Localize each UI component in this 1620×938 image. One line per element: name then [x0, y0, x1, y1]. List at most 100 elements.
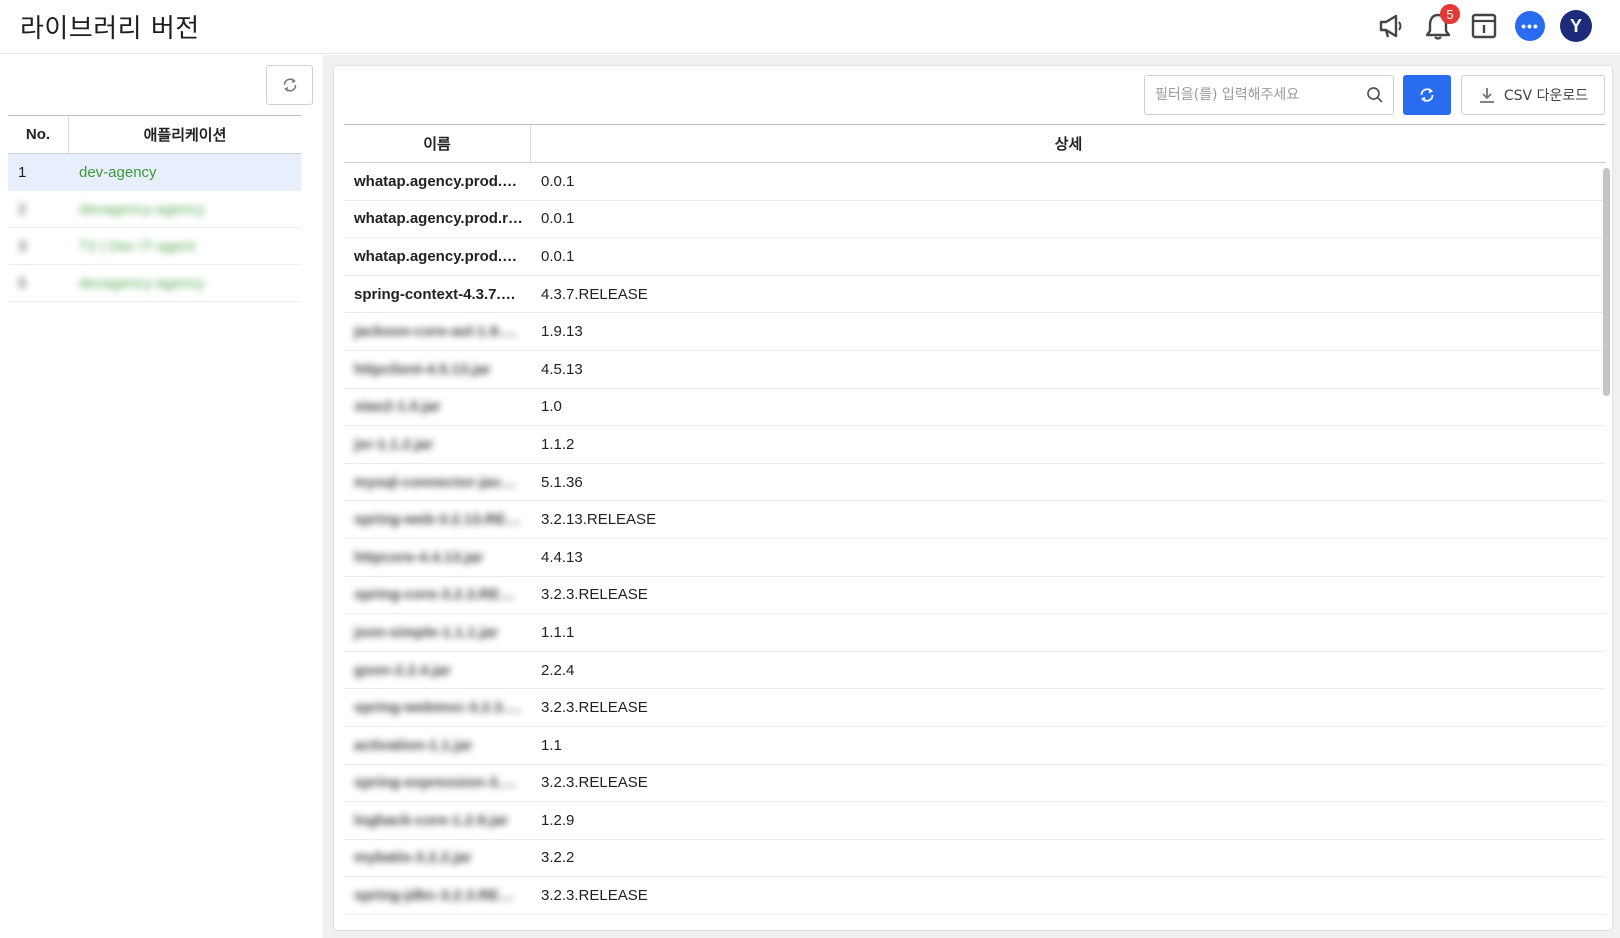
library-row[interactable]: json-simple-1.1.1.jar 1.1.1 — [344, 614, 1606, 652]
library-name: jackson-core-asl-1.9.13.jar — [354, 323, 531, 341]
top-bar: 라이브러리 버전 5 ••• Y — [0, 0, 1620, 54]
refresh-icon — [283, 78, 296, 92]
application-row[interactable]: 1 dev-agency — [8, 154, 301, 191]
library-name: httpclient-4.5.13.jar — [354, 360, 491, 378]
library-table-body: whatap.agency.prod.azure 0.0.1 whatap.agen… — [344, 163, 1606, 923]
library-row[interactable]: spring-webmvc-3.2.3.RELEASE.jar 3.2.3.REL… — [344, 689, 1606, 727]
application-row-no: 3 — [18, 237, 27, 255]
application-row-no: 1 — [18, 163, 27, 181]
library-row[interactable]: activation-1.1.jar 1.1 — [344, 727, 1606, 765]
library-panel: CSV 다운로드 이름 상세 whatap.agency.prod.azure 0… — [333, 65, 1613, 931]
library-name: jsr-1.1.2.jar — [354, 435, 434, 453]
library-table-header: 이름 상세 — [344, 124, 1606, 163]
library-name: spring-expression-3.2.3.RELEASE.jar — [354, 774, 531, 792]
bell-icon[interactable]: 5 — [1422, 4, 1460, 42]
library-row[interactable]: spring-expression-3.2.3.RELEASE.jar 3.2.3… — [344, 765, 1606, 803]
library-row[interactable]: spring-core-3.2.3.RELEASE.jar 3.2.3.RELEA… — [344, 577, 1606, 615]
library-row[interactable]: stax2-1.0.jar 1.0 — [344, 389, 1606, 427]
library-detail: 4.5.13 — [541, 360, 583, 378]
application-row-name: devagency-agency — [79, 274, 205, 292]
library-name: httpcore-4.4.13.jar — [354, 548, 484, 566]
library-row[interactable]: spring-web-3.2.13.RELEASE.jar 3.2.13.RELE… — [344, 501, 1606, 539]
search-icon[interactable] — [1365, 85, 1385, 105]
library-name: spring-webmvc-3.2.3.RELEASE.jar — [354, 699, 531, 717]
library-detail: 2.2.4 — [541, 661, 575, 679]
library-detail: 1.1.2 — [541, 435, 575, 453]
application-row-name: T2 | Dev IT-agent — [79, 237, 195, 255]
application-row-name: devagency-agency — [79, 200, 205, 218]
application-row-no: 2 — [18, 200, 27, 218]
library-row[interactable]: whatap.agency.prod.rds 0.0.1 — [344, 201, 1606, 239]
library-detail: 3.2.3.RELEASE — [541, 699, 648, 717]
library-detail: 1.1.1 — [541, 623, 575, 641]
library-detail: 3.2.3.RELEASE — [541, 586, 648, 604]
column-header-application[interactable]: 애플리케이션 — [69, 116, 301, 153]
library-row[interactable]: whatap.agency.prod.azure 0.0.1 — [344, 163, 1606, 201]
app-refresh-button[interactable] — [266, 65, 313, 105]
library-row[interactable]: gson-2.2.4.jar 2.2.4 — [344, 652, 1606, 690]
library-row[interactable]: jackson-core-asl-1.9.13.jar 1.9.13 — [344, 313, 1606, 351]
page-title: 라이브러리 버전 — [20, 14, 200, 44]
filter-input[interactable] — [1145, 76, 1360, 114]
library-name: mysql-connector-java-5.1.36.jar — [354, 473, 531, 491]
library-row[interactable]: jsr-1.1.2.jar 1.1.2 — [344, 426, 1606, 464]
avatar[interactable]: Y — [1560, 10, 1592, 42]
library-detail: 1.9.13 — [541, 323, 583, 341]
library-row[interactable]: mysql-connector-java-5.1.36.jar 5.1.36 — [344, 464, 1606, 502]
library-detail: 4.4.13 — [541, 548, 583, 566]
download-icon — [1479, 88, 1494, 103]
header-actions: 5 ••• Y — [1376, 4, 1592, 44]
library-name: spring-web-3.2.13.RELEASE.jar — [354, 511, 531, 529]
library-name: spring-jdbc-3.2.3.RELEASE.jar — [354, 887, 531, 905]
chat-icon[interactable]: ••• — [1514, 10, 1546, 42]
library-row[interactable]: spring-jdbc-3.2.3.RELEASE.jar 3.2.3.RELEA… — [344, 877, 1606, 915]
application-panel: No. 애플리케이션 1 dev-agency 2 devagency-agency 3… — [0, 55, 323, 938]
application-row[interactable]: 5 devagency-agency — [8, 265, 301, 302]
application-rows: 1 dev-agency 2 devagency-agency 3 T2 | Dev IT… — [8, 154, 301, 302]
library-row[interactable]: spring-context-4.3.7.RELEASE.jar 4.3.7.RE… — [344, 276, 1606, 314]
application-table-header: No. 애플리케이션 — [8, 115, 301, 154]
refresh-button[interactable] — [1403, 75, 1451, 115]
library-name: whatap.agency.prod.rds — [354, 210, 526, 228]
library-row[interactable]: logback-core-1.2.9.jar 1.2.9 — [344, 802, 1606, 840]
library-detail: 4.3.7.RELEASE — [541, 285, 648, 303]
application-row[interactable]: 3 T2 | Dev IT-agent — [8, 228, 301, 265]
library-row[interactable]: mybatis-3.2.2.jar 3.2.2 — [344, 840, 1606, 878]
library-detail: 0.0.1 — [541, 172, 575, 190]
library-detail: 3.2.3.RELEASE — [541, 774, 648, 792]
refresh-icon — [1420, 88, 1434, 102]
info-panel-icon[interactable] — [1468, 10, 1500, 42]
application-row-name: dev-agency — [79, 163, 157, 181]
application-row[interactable]: 2 devagency-agency — [8, 191, 301, 228]
library-detail: 3.2.13.RELEASE — [541, 511, 657, 529]
table-scrollbar[interactable] — [1603, 168, 1610, 396]
library-name: whatap.agency.prod.aws — [354, 247, 531, 265]
column-header-name[interactable]: 이름 — [344, 125, 531, 162]
library-name: stax2-1.0.jar — [354, 398, 441, 416]
content-area: No. 애플리케이션 1 dev-agency 2 devagency-agency 3… — [0, 55, 1620, 938]
library-row[interactable]: httpclient-4.5.13.jar 4.5.13 — [344, 351, 1606, 389]
filter-box — [1144, 75, 1394, 115]
library-row[interactable]: httpcore-4.4.13.jar 4.4.13 — [344, 539, 1606, 577]
library-row[interactable]: whatap.agency.prod.aws 0.0.1 — [344, 238, 1606, 276]
application-row-no: 5 — [18, 274, 27, 292]
library-detail: 3.2.3.RELEASE — [541, 887, 648, 905]
library-name: logback-core-1.2.9.jar — [354, 811, 509, 829]
megaphone-icon[interactable] — [1376, 10, 1408, 42]
library-detail: 5.1.36 — [541, 473, 583, 491]
library-name: whatap.agency.prod.azure — [354, 172, 531, 190]
library-name: mybatis-3.2.2.jar — [354, 849, 472, 867]
library-name: gson-2.2.4.jar — [354, 661, 451, 679]
library-detail: 0.0.1 — [541, 247, 575, 265]
library-name: spring-core-3.2.3.RELEASE.jar — [354, 586, 531, 604]
library-detail: 0.0.1 — [541, 210, 575, 228]
application-table: No. 애플리케이션 1 dev-agency 2 devagency-agency 3… — [8, 115, 301, 302]
notification-badge: 5 — [1440, 4, 1460, 24]
csv-download-button[interactable]: CSV 다운로드 — [1461, 75, 1605, 115]
library-detail: 1.2.9 — [541, 811, 575, 829]
column-header-detail[interactable]: 상세 — [531, 125, 1606, 162]
library-name: json-simple-1.1.1.jar — [354, 623, 499, 641]
library-name: spring-context-4.3.7.RELEASE.jar — [354, 285, 531, 303]
column-header-no[interactable]: No. — [8, 116, 69, 153]
library-detail: 1.1 — [541, 736, 562, 754]
